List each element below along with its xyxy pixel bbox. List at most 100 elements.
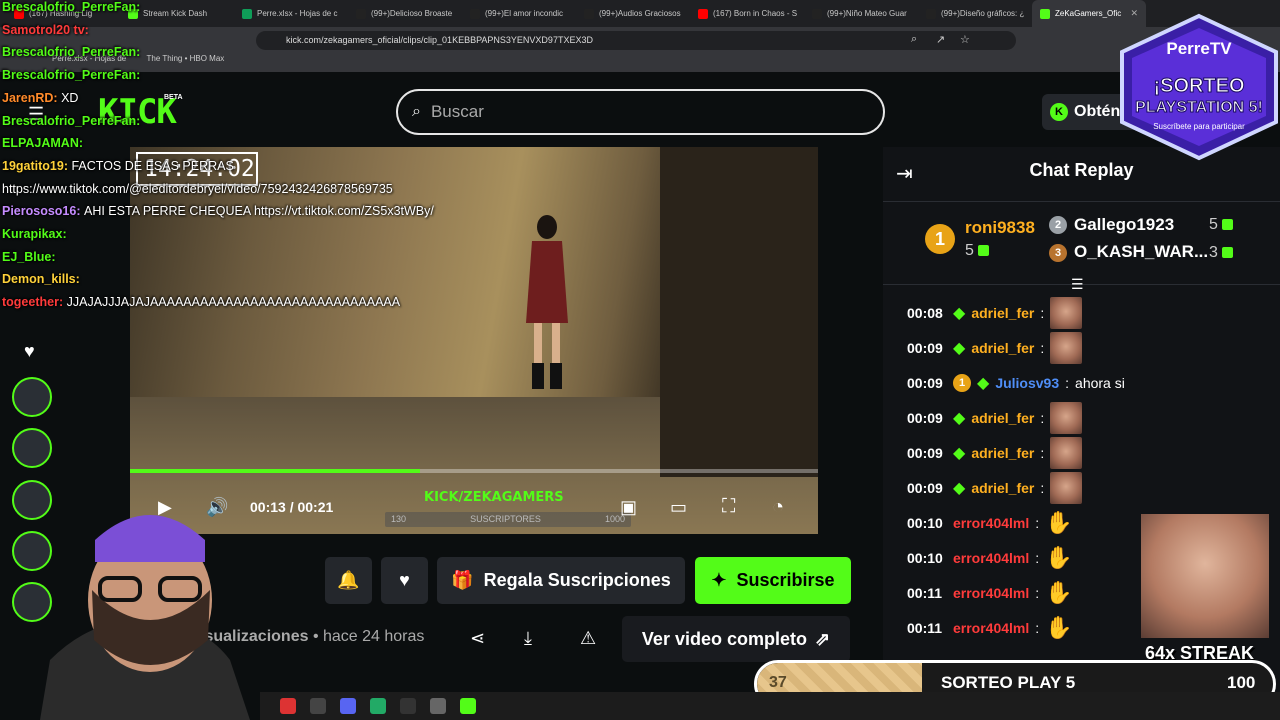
- browser-tab[interactable]: (99+)Niño Mateo Guar: [804, 0, 918, 27]
- overlay-chat-user: Pierososo16:: [2, 204, 81, 219]
- tab-label: (167) Born in Chaos - S: [713, 9, 798, 18]
- overlay-chat-line: Samotrol20 tv:: [2, 23, 89, 37]
- overlay-chat-line: https://www.tiktok.com/@eleditordebryel/…: [2, 182, 393, 196]
- rank-3-medal: 3: [1049, 244, 1067, 262]
- overlay-chat-line: Brescalofrio_PerreFan:: [2, 68, 140, 82]
- overlay-chat-line: 19gatito19: FACTOS DE ESAS PERRAS: [2, 159, 234, 173]
- subscribe-button[interactable]: ✦ Suscribirse: [695, 557, 851, 604]
- browser-tab[interactable]: (99+)Audios Graciosos: [576, 0, 690, 27]
- discord-icon[interactable]: [340, 698, 356, 714]
- colon: :: [1035, 515, 1040, 531]
- report-icon[interactable]: ⚠: [580, 628, 596, 649]
- overlay-chat-line: togeether: JJAJAJJJAJAJAAAAAAAAAAAAAAAAA…: [2, 295, 400, 309]
- video-person: [526, 215, 568, 389]
- leader-name[interactable]: Gallego1923: [1074, 215, 1174, 235]
- gift-icon: [977, 245, 989, 257]
- kick-app-icon[interactable]: [460, 698, 476, 714]
- colon: :: [1035, 620, 1040, 636]
- search-input[interactable]: ⌕ Buscar: [396, 89, 885, 135]
- tab-label: ZeKaGamers_Ofic: [1055, 9, 1122, 18]
- overlay-chat-user: Demon_kills:: [2, 272, 80, 287]
- taskbar-app-icon[interactable]: [400, 698, 416, 714]
- chat-username[interactable]: adriel_fer: [971, 410, 1034, 426]
- chat-text: ahora si: [1075, 375, 1125, 391]
- zoom-icon[interactable]: ⌕: [911, 33, 917, 46]
- chat-username[interactable]: error404lml: [953, 550, 1029, 566]
- message-timestamp: 00:11: [907, 620, 943, 636]
- overlay-chat-text: AHI ESTA PERRE CHEQUEA https://vt.tiktok…: [84, 204, 434, 219]
- bell-icon: 🔔: [337, 570, 360, 590]
- stream-chat-overlay: Brescalofrio_PerreFan: Samotrol20 tv: Br…: [0, 0, 460, 320]
- speed-icon[interactable]: ◔: [772, 496, 784, 519]
- chat-message: 00:08 ◆ adriel_fer:: [907, 297, 1083, 329]
- colon: :: [1040, 480, 1045, 496]
- leader-count: 3: [1209, 244, 1233, 262]
- overlay-chat-user: Brescalofrio_PerreFan:: [2, 113, 141, 128]
- colon: :: [1040, 305, 1045, 321]
- taskbar-app-icon[interactable]: [310, 698, 326, 714]
- taskbar-app-icon[interactable]: [430, 698, 446, 714]
- overlay-chat-user: Samotrol20 tv:: [2, 22, 89, 37]
- colon: :: [1040, 340, 1045, 356]
- chat-username[interactable]: adriel_fer: [971, 445, 1034, 461]
- chat-message: 00:09 ◆ adriel_fer:: [907, 437, 1083, 469]
- leader-name[interactable]: O_KASH_WAR...: [1074, 242, 1208, 262]
- overlay-chat-user: ELPAJAMAN:: [2, 136, 84, 151]
- og-badge-icon: ◆: [953, 305, 966, 322]
- fullscreen-icon[interactable]: ⛶: [722, 496, 735, 518]
- gift-subs-button[interactable]: 🎁 Regala Suscripciones: [437, 557, 685, 604]
- message-timestamp: 00:10: [907, 550, 943, 566]
- badge-line1: ¡SORTEO: [1153, 75, 1244, 97]
- follow-button[interactable]: ♥: [381, 557, 428, 604]
- browser-tab[interactable]: (99+)El amor incondic: [462, 0, 576, 27]
- leader-name[interactable]: roni9838: [965, 218, 1035, 238]
- message-timestamp: 00:09: [907, 410, 943, 426]
- windows-taskbar: [260, 692, 1280, 720]
- message-timestamp: 00:10: [907, 515, 943, 531]
- tab-label: (99+)Niño Mateo Guar: [827, 9, 907, 18]
- chat-username[interactable]: adriel_fer: [971, 305, 1034, 321]
- kick-coin-icon: K: [1050, 103, 1068, 121]
- overlay-chat-line: ELPAJAMAN:: [2, 136, 83, 150]
- overlay-chat-line: EJ_Blue:: [2, 250, 56, 264]
- chat-username[interactable]: error404lml: [953, 620, 1029, 636]
- overlay-chat-user: JarenRD:: [2, 90, 58, 105]
- notify-button[interactable]: 🔔: [325, 557, 372, 604]
- star-icon[interactable]: ☆: [960, 33, 970, 46]
- tab-label: (99+)Audios Graciosos: [599, 9, 681, 18]
- sorteo-label: SORTEO PLAY 5: [941, 673, 1076, 692]
- video-watermark: KICK/ZEKAGAMERS: [424, 490, 564, 505]
- chat-username[interactable]: Juliosv93: [995, 375, 1059, 391]
- message-timestamp: 00:11: [907, 585, 943, 601]
- channel-avatar[interactable]: [12, 377, 52, 417]
- chat-username[interactable]: error404lml: [953, 515, 1029, 531]
- chat-username[interactable]: error404lml: [953, 585, 1029, 601]
- badge-brand: PerreTV: [1166, 39, 1232, 58]
- browser-tab[interactable]: (99+)Diseño gráficos: ¿: [918, 0, 1032, 27]
- browser-tab[interactable]: (167) Born in Chaos - S: [690, 0, 804, 27]
- sub-min: 130: [391, 514, 407, 524]
- og-badge-icon: ◆: [953, 410, 966, 427]
- chat-username[interactable]: adriel_fer: [971, 340, 1034, 356]
- taskbar-app-icon[interactable]: [280, 698, 296, 714]
- gift-icon: [1221, 219, 1233, 231]
- overlay-chat-user: Brescalofrio_PerreFan:: [2, 45, 141, 60]
- pip-icon[interactable]: ▣: [620, 497, 637, 518]
- share-icon[interactable]: ⋖: [470, 628, 485, 649]
- overlay-chat-text: XD: [61, 90, 79, 105]
- theater-icon[interactable]: ▭: [670, 497, 687, 518]
- channel-avatar[interactable]: [12, 428, 52, 468]
- share-icon[interactable]: ↗: [936, 33, 945, 46]
- chat-username[interactable]: adriel_fer: [971, 480, 1034, 496]
- obtain-label: Obtén: [1074, 103, 1121, 120]
- chat-message: 00:09 1 ◆ Juliosv93: ahora si: [907, 368, 1125, 398]
- tab-favicon: [812, 8, 822, 19]
- tab-favicon: [698, 8, 708, 19]
- expand-leaderboard-icon[interactable]: ☰: [1071, 276, 1084, 293]
- taskbar-app-icon[interactable]: [370, 698, 386, 714]
- message-timestamp: 00:09: [907, 480, 943, 496]
- download-icon[interactable]: ⤓: [524, 628, 532, 649]
- full-video-button[interactable]: Ver video completo ⇗: [622, 616, 850, 662]
- tab-favicon: [470, 8, 480, 19]
- leader-count: 5: [1209, 216, 1233, 234]
